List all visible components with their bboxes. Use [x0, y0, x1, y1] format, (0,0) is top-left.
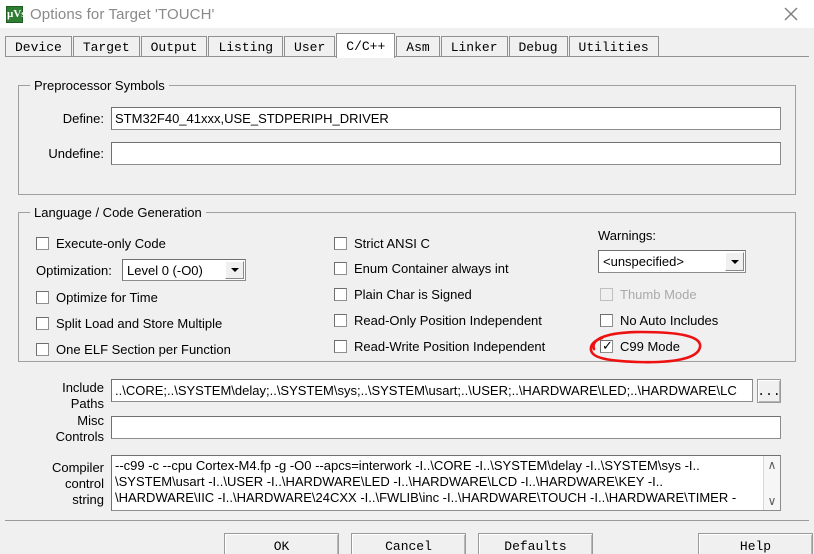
define-label: Define: [62, 111, 104, 126]
compiler-control-string-label-line2: control [64, 476, 104, 491]
title-bar: µVs Options for Target 'TOUCH' [0, 0, 814, 28]
warnings-value: <unspecified> [603, 254, 684, 269]
checkbox-optimize-for-time[interactable]: Optimize for Time [36, 289, 158, 305]
cancel-button[interactable]: Cancel [351, 533, 466, 554]
checkbox-label: Execute-only Code [56, 235, 166, 251]
tab-c-cpp[interactable]: C/C++ [336, 33, 396, 58]
compiler-line: \SYSTEM\usart -I..\USER -I..\HARDWARE\LE… [115, 474, 663, 489]
preprocessor-symbols-group: Preprocessor Symbols [18, 78, 796, 195]
optimization-value: Level 0 (-O0) [127, 262, 203, 278]
warnings-label: Warnings: [598, 228, 657, 243]
checkbox-box: ✓ [600, 337, 613, 353]
compiler-control-string-text: --c99 -c --cpu Cortex-M4.fp -g -O0 --apc… [112, 456, 763, 510]
compiler-control-string-label-line3: string [72, 492, 104, 507]
checkbox-read-only-position-independent[interactable]: Read-Only Position Independent [334, 312, 542, 328]
warnings-select[interactable]: <unspecified> [598, 250, 746, 273]
chevron-down-icon[interactable]: ∨ [768, 495, 777, 507]
checkbox-one-elf-section-per-function[interactable]: One ELF Section per Function [36, 341, 231, 357]
tab-listing[interactable]: Listing [208, 36, 284, 57]
compiler-control-string-textarea[interactable]: --c99 -c --cpu Cortex-M4.fp -g -O0 --apc… [111, 455, 781, 511]
chevron-down-icon[interactable] [225, 261, 244, 279]
checkbox-execute-only-code[interactable]: Execute-only Code [36, 235, 166, 251]
tab-asm[interactable]: Asm [396, 36, 440, 57]
dialog-body: Device Target Output Listing User C/C++ … [0, 28, 814, 554]
optimization-select[interactable]: Level 0 (-O0) [122, 259, 246, 281]
check-icon: ✓ [602, 337, 613, 353]
checkbox-label: Enum Container always int [354, 260, 509, 276]
tab-linker[interactable]: Linker [440, 36, 508, 57]
checkbox-box [36, 316, 49, 330]
checkbox-thumb-mode: Thumb Mode [600, 286, 697, 302]
checkbox-label: Optimize for Time [56, 289, 158, 305]
checkbox-box [600, 313, 613, 327]
checkbox-label: Read-Only Position Independent [354, 312, 542, 328]
misc-controls-label-line1: Misc [77, 413, 104, 428]
checkbox-enum-container-always-int[interactable]: Enum Container always int [334, 260, 509, 276]
compiler-control-string-scrollbar[interactable]: ∧ ∨ [763, 456, 780, 510]
include-paths-input[interactable]: ..\CORE;..\SYSTEM\delay;..\SYSTEM\sys;..… [111, 379, 753, 402]
checkbox-label: Thumb Mode [620, 286, 697, 302]
language-code-generation-legend: Language / Code Generation [30, 205, 206, 220]
tab-output[interactable]: Output [140, 36, 208, 57]
window-title: Options for Target 'TOUCH' [30, 5, 215, 23]
tab-underline [5, 56, 809, 57]
checkbox-label: Split Load and Store Multiple [56, 315, 223, 331]
compiler-line: \HARDWARE\IIC -I..\HARDWARE\24CXX -I..\F… [115, 490, 737, 505]
optimization-label: Optimization: [36, 263, 112, 278]
checkbox-box [36, 290, 49, 304]
checkbox-box [334, 339, 347, 353]
checkbox-label: Strict ANSI C [354, 235, 430, 251]
checkbox-c99-mode[interactable]: ✓ C99 Mode [600, 338, 680, 354]
tab-target[interactable]: Target [72, 36, 140, 57]
tab-strip: Device Target Output Listing User C/C++ … [5, 33, 660, 58]
preprocessor-symbols-legend: Preprocessor Symbols [30, 78, 169, 93]
checkbox-label: No Auto Includes [620, 312, 719, 328]
button-bar-divider [5, 520, 809, 521]
options-dialog: µVs Options for Target 'TOUCH' Device Ta… [0, 0, 814, 554]
undefine-input[interactable] [111, 142, 781, 165]
checkbox-box [36, 236, 49, 250]
checkbox-strict-ansi-c[interactable]: Strict ANSI C [334, 235, 430, 251]
checkbox-label: One ELF Section per Function [56, 341, 231, 357]
chevron-down-icon[interactable] [725, 252, 744, 271]
checkbox-box [334, 236, 347, 250]
include-paths-browse-button[interactable]: ... [757, 379, 781, 403]
checkbox-box [334, 313, 347, 327]
close-icon[interactable] [768, 0, 814, 28]
misc-controls-label-line2: Controls [55, 429, 104, 444]
ok-button[interactable]: OK [224, 533, 339, 554]
checkbox-label: Plain Char is Signed [354, 286, 472, 302]
checkbox-box [36, 342, 49, 356]
uvision-icon: µVs [6, 5, 26, 23]
checkbox-label: C99 Mode [620, 338, 680, 354]
checkbox-label: Read-Write Position Independent [354, 338, 546, 354]
misc-controls-input[interactable] [111, 416, 781, 439]
compiler-control-string-label-line1: Compiler [51, 460, 104, 475]
checkbox-box [334, 287, 347, 301]
include-paths-label-line2: Paths [70, 396, 104, 411]
uvision-icon-glyph: µVs [7, 7, 26, 20]
csdn-watermark: CSDN @部落哲工 [660, 550, 795, 554]
checkbox-box [334, 261, 347, 275]
tab-device[interactable]: Device [5, 36, 72, 57]
checkbox-plain-char-is-signed[interactable]: Plain Char is Signed [334, 286, 472, 302]
undefine-label: Undefine: [48, 146, 104, 161]
checkbox-no-auto-includes[interactable]: No Auto Includes [600, 312, 718, 328]
tab-utilities[interactable]: Utilities [568, 36, 659, 57]
compiler-line: --c99 -c --cpu Cortex-M4.fp -g -O0 --apc… [115, 458, 700, 473]
define-input[interactable]: STM32F40_41xxx,USE_STDPERIPH_DRIVER [111, 107, 781, 130]
defaults-button[interactable]: Defaults [478, 533, 593, 554]
tab-user[interactable]: User [284, 36, 336, 57]
checkbox-read-write-position-independent[interactable]: Read-Write Position Independent [334, 338, 545, 354]
tab-debug[interactable]: Debug [508, 36, 568, 57]
checkbox-split-load-and-store-multiple[interactable]: Split Load and Store Multiple [36, 315, 222, 331]
chevron-up-icon[interactable]: ∧ [768, 459, 777, 471]
include-paths-label-line1: Include [62, 380, 104, 395]
checkbox-box [600, 287, 613, 301]
